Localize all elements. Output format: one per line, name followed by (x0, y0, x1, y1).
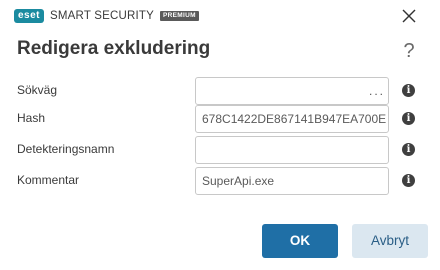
close-icon[interactable] (400, 7, 418, 25)
hash-input[interactable]: 678C1422DE867141B947EA700E (195, 105, 389, 133)
cancel-button[interactable]: Avbryt (352, 224, 428, 258)
info-icon[interactable]: i (402, 143, 415, 156)
detection-name-input[interactable] (195, 136, 389, 164)
path-row: Sökväg ... i (0, 77, 440, 105)
info-icon[interactable]: i (402, 112, 415, 125)
hash-label: Hash (17, 111, 46, 125)
dialog-title: Redigera exkludering (17, 38, 211, 59)
browse-button[interactable]: ... (369, 77, 385, 105)
brand-name: SMART SECURITY (50, 10, 154, 22)
detection-name-row: Detekteringsnamn i (0, 136, 440, 164)
path-label: Sökväg (17, 83, 58, 97)
app-logo: eset SMART SECURITY PREMIUM (14, 8, 199, 24)
detection-name-label: Detekteringsnamn (17, 142, 115, 156)
hash-row: Hash 678C1422DE867141B947EA700E i (0, 105, 440, 133)
brand-tier: PREMIUM (160, 11, 199, 21)
edit-exclusion-dialog: eset SMART SECURITY PREMIUM Redigera exk… (0, 0, 440, 270)
ok-button[interactable]: OK (262, 224, 338, 258)
info-icon[interactable]: i (402, 174, 415, 187)
help-icon[interactable]: ? (402, 40, 416, 62)
info-icon[interactable]: i (402, 84, 415, 97)
path-input[interactable] (195, 77, 389, 105)
comment-input[interactable]: SuperApi.exe (195, 167, 389, 195)
comment-row: Kommentar SuperApi.exe i (0, 167, 440, 195)
title-bar: eset SMART SECURITY PREMIUM (0, 0, 440, 32)
comment-label: Kommentar (17, 173, 80, 187)
brand-badge: eset (14, 9, 45, 23)
